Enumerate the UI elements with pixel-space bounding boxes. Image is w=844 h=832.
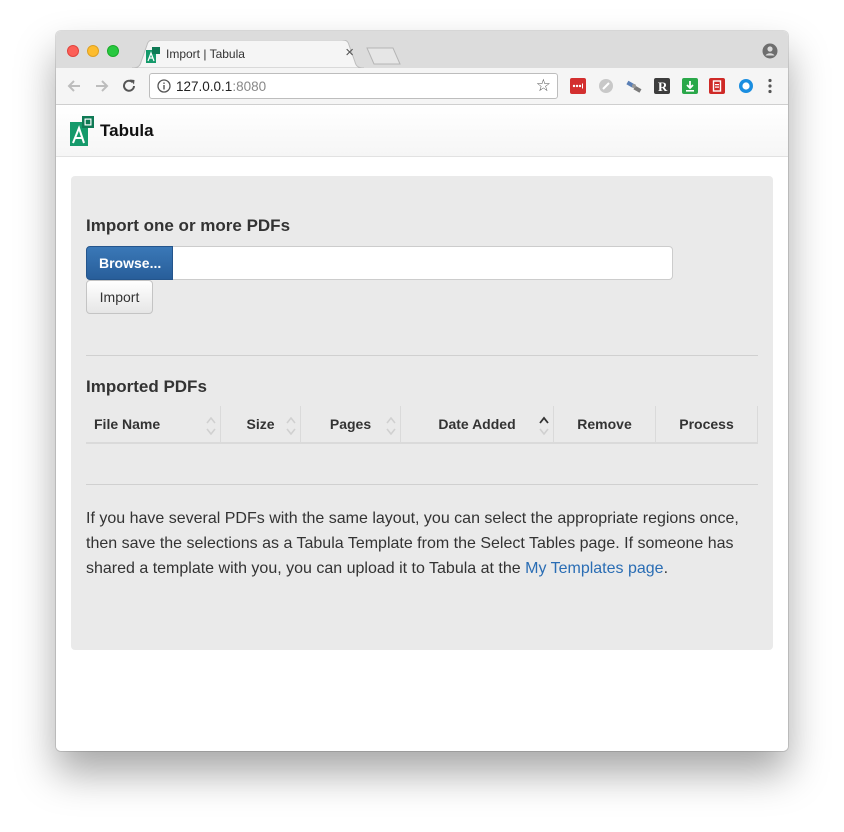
sort-icon[interactable] [286, 414, 296, 450]
zoom-window-button[interactable] [107, 45, 119, 57]
lastpass-icon[interactable] [570, 78, 586, 94]
column-label: Pages [329, 416, 372, 432]
divider [86, 484, 758, 485]
template-help-text: If you have several PDFs with the same l… [86, 506, 758, 581]
column-label: Size [246, 416, 275, 432]
column-header-process: Process [656, 406, 758, 442]
reload-icon[interactable] [120, 77, 138, 95]
divider [86, 355, 758, 356]
bookmark-star-icon[interactable]: ☆ [536, 77, 551, 95]
column-header-date-added[interactable]: Date Added [401, 406, 554, 442]
back-arrow-icon[interactable] [65, 77, 83, 95]
browser-toolbar: 127.0.0.1:8080 ☆ R [56, 68, 788, 105]
column-label: File Name [94, 416, 161, 432]
pdf-red-icon[interactable] [709, 78, 725, 94]
column-header-size[interactable]: Size [221, 406, 301, 442]
import-heading: Import one or more PDFs [86, 216, 291, 235]
tab-strip: Import | Tabula × [56, 31, 788, 68]
column-header-pages[interactable]: Pages [301, 406, 401, 442]
browse-button[interactable]: Browse... [86, 246, 173, 280]
tab-title: Import | Tabula [166, 47, 245, 61]
tab-import-tabula[interactable]: Import | Tabula × [132, 40, 364, 68]
file-picker[interactable]: Browse... [86, 246, 673, 280]
new-tab-button[interactable] [366, 47, 402, 70]
file-path-input[interactable] [173, 246, 673, 280]
sort-ascending-icon[interactable] [539, 414, 549, 450]
forward-arrow-icon[interactable] [93, 77, 111, 95]
column-label: Date Added [438, 416, 516, 432]
imported-pdfs-heading: Imported PDFs [86, 377, 207, 396]
column-header-remove: Remove [554, 406, 656, 442]
blue-circle-icon[interactable] [738, 78, 754, 94]
close-window-button[interactable] [67, 45, 79, 57]
my-templates-link[interactable]: My Templates page [525, 560, 663, 577]
main-panel: Import one or more PDFs Browse... Import… [71, 176, 773, 650]
minimize-window-button[interactable] [87, 45, 99, 57]
column-header-file-name[interactable]: File Name [86, 406, 221, 442]
page-content: Tabula Import one or more PDFs Browse...… [56, 105, 788, 751]
app-navbar: Tabula [56, 105, 788, 157]
tabula-favicon-icon [146, 47, 160, 63]
download-icon[interactable] [682, 78, 698, 94]
url-port: :8080 [232, 79, 267, 94]
sort-icon[interactable] [386, 414, 396, 450]
info-icon[interactable] [157, 79, 171, 98]
column-label: Process [679, 416, 734, 432]
gray-circle-icon[interactable] [598, 78, 614, 94]
import-button[interactable]: Import [86, 280, 153, 314]
browser-window: Import | Tabula × 127.0.0.1:8080 ☆ R Tab… [56, 31, 788, 751]
app-brand-name[interactable]: Tabula [100, 121, 154, 141]
tabula-logo-icon[interactable] [70, 116, 96, 151]
column-label: Remove [577, 416, 632, 432]
profile-icon[interactable] [762, 43, 778, 64]
help-suffix: . [663, 560, 669, 577]
r-icon[interactable]: R [654, 78, 670, 94]
svg-text:R: R [658, 79, 668, 94]
address-bar[interactable]: 127.0.0.1:8080 ☆ [149, 73, 558, 99]
url-text: 127.0.0.1:8080 [176, 79, 266, 94]
chrome-menu-icon[interactable] [767, 77, 773, 100]
sort-icon[interactable] [206, 414, 216, 450]
url-host: 127.0.0.1 [176, 79, 233, 94]
tab-close-icon[interactable]: × [345, 45, 354, 61]
imported-pdfs-table-header: File Name Size Pages Date Added Remove P… [86, 406, 758, 444]
satellite-icon[interactable] [625, 78, 642, 94]
